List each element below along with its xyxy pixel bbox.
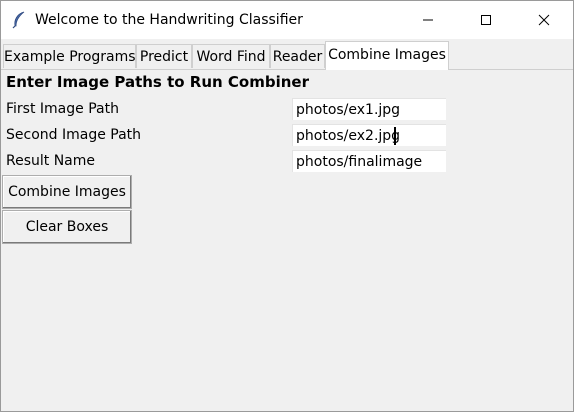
feather-icon (11, 11, 27, 29)
form-heading: Enter Image Paths to Run Combiner (6, 73, 309, 91)
second-image-path-label: Second Image Path (6, 127, 142, 143)
tab-bar: Example Programs Predict Word Find Reade… (1, 39, 573, 70)
combine-images-button[interactable]: Combine Images (2, 175, 132, 209)
app-window: Welcome to the Handwriting Classifier Ex… (0, 0, 574, 412)
tab-predict[interactable]: Predict (136, 44, 192, 68)
window-controls (399, 1, 573, 39)
minimize-icon (423, 19, 433, 21)
tab-word-find[interactable]: Word Find (192, 44, 270, 68)
tab-example-programs[interactable]: Example Programs (3, 44, 136, 68)
window-title: Welcome to the Handwriting Classifier (35, 12, 303, 28)
second-image-path-input[interactable] (292, 124, 446, 146)
result-name-label: Result Name (6, 153, 96, 169)
close-icon (538, 14, 550, 26)
result-name-input[interactable] (292, 150, 446, 172)
maximize-button[interactable] (457, 1, 515, 39)
tab-reader[interactable]: Reader (270, 44, 325, 68)
text-cursor (394, 127, 396, 145)
first-image-path-input[interactable] (292, 98, 446, 120)
close-button[interactable] (515, 1, 573, 39)
maximize-icon (481, 15, 491, 25)
minimize-button[interactable] (399, 1, 457, 39)
clear-boxes-button[interactable]: Clear Boxes (2, 210, 132, 244)
title-bar: Welcome to the Handwriting Classifier (1, 1, 573, 39)
first-image-path-label: First Image Path (6, 101, 119, 117)
tab-combine-images[interactable]: Combine Images (325, 41, 449, 70)
